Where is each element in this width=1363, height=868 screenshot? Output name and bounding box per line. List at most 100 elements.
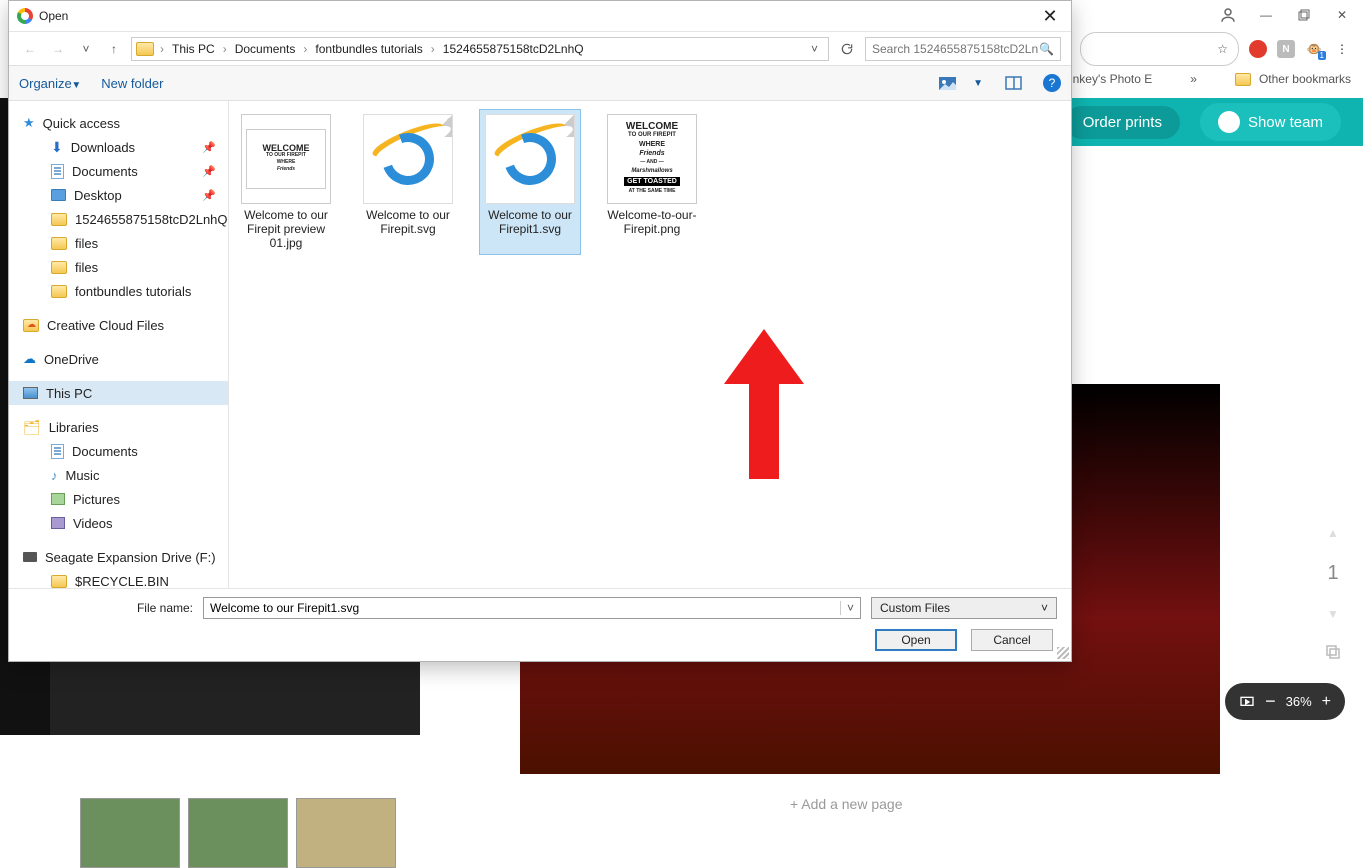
profile-icon[interactable] [1219,6,1237,24]
ext-icon-1[interactable] [1249,40,1267,58]
sidebar-item-libraries[interactable]: 🗂Libraries [9,415,228,439]
zoom-in-button[interactable]: + [1322,693,1331,711]
refresh-button[interactable] [835,37,859,61]
sidebar-item-lib-documents[interactable]: Documents [9,439,228,463]
sidebar-item-recycle[interactable]: $RECYCLE.BIN [9,569,228,588]
breadcrumb-seg[interactable]: Documents [231,42,300,56]
music-icon: ♪ [51,468,58,483]
breadcrumb-seg[interactable]: This PC [168,42,219,56]
photo-thumb[interactable] [80,798,180,868]
new-folder-button[interactable]: New folder [101,76,163,91]
breadcrumb-dropdown[interactable]: ˅ [805,42,824,56]
sidebar-item-onedrive[interactable]: ☁OneDrive [9,347,228,371]
pin-icon: 📌 [202,165,216,178]
internet-explorer-icon [382,133,434,185]
add-page-button[interactable]: + Add a new page [790,796,903,812]
dialog-search-input[interactable] [872,42,1039,56]
sidebar-item-files2[interactable]: files [9,255,228,279]
bookmark-overflow[interactable]: » [1190,72,1197,86]
browser-address-row: ☆ N 🐵1 ⋮ [1080,32,1351,66]
chrome-menu-icon[interactable]: ⋮ [1333,40,1351,58]
zoom-out-button[interactable]: − [1265,691,1276,712]
dialog-search-box[interactable]: 🔍 [865,37,1061,61]
bookmark-truncated[interactable]: nkey's Photo E [1073,72,1153,86]
minimize-button[interactable]: — [1257,6,1275,24]
file-item-selected[interactable]: Welcome to our Firepit1.svg [479,109,581,255]
dialog-sidebar: ★Quick access ⬇Downloads📌 Documents📌 Des… [9,101,229,588]
file-label: Welcome-to-our-Firepit.png [606,208,698,236]
chevron-right-icon[interactable]: › [223,42,227,56]
nav-back-button[interactable]: ← [19,42,41,56]
sidebar-item-downloads[interactable]: ⬇Downloads📌 [9,135,228,159]
chevron-right-icon[interactable]: › [431,42,435,56]
zoom-percent: 36% [1286,694,1312,709]
view-dropdown[interactable]: ▼ [973,78,983,89]
sidebar-item-folder-hash[interactable]: 1524655875158tcD2LnhQ [9,207,228,231]
sidebar-item-documents[interactable]: Documents📌 [9,159,228,183]
sidebar-item-lib-pictures[interactable]: Pictures [9,487,228,511]
maximize-button[interactable] [1295,6,1313,24]
chrome-icon [17,8,33,24]
dialog-nav-row: ← → ˅ ↑ › This PC › Documents › fontbund… [9,31,1071,65]
sidebar-item-seagate[interactable]: Seagate Expansion Drive (F:) [9,545,228,569]
ext-icon-2[interactable]: N [1277,40,1295,58]
preview-pane-icon[interactable] [1003,73,1023,93]
sidebar-item-desktop[interactable]: Desktop📌 [9,183,228,207]
sidebar-item-this-pc[interactable]: This PC [9,381,228,405]
photo-thumb[interactable] [296,798,396,868]
resize-grip[interactable] [1057,647,1069,659]
bookmark-star-icon[interactable]: ☆ [1217,42,1228,56]
nav-forward-button[interactable]: → [47,42,69,56]
other-bookmarks[interactable]: Other bookmarks [1259,72,1351,86]
nav-history-dropdown[interactable]: ˅ [75,42,97,56]
file-item[interactable]: WELCOME TO OUR FIREPIT WHERE Friends Wel… [235,109,337,255]
chevron-right-icon[interactable]: › [303,42,307,56]
canva-right-rail: ▲ 1 ▼ [1303,526,1363,701]
duplicate-page-icon[interactable] [1324,643,1342,661]
view-thumbnails-icon[interactable] [937,73,957,93]
sidebar-item-creative-cloud[interactable]: Creative Cloud Files [9,313,228,337]
folder-icon [51,285,67,298]
file-name-dropdown[interactable]: ˅ [840,601,860,615]
file-name-field[interactable]: ˅ [203,597,861,619]
organize-menu[interactable]: Organize ▼ [19,76,81,91]
dialog-title: Open [39,9,68,23]
omnibox[interactable]: ☆ [1080,32,1239,66]
pin-icon: 📌 [202,141,216,154]
file-grid[interactable]: WELCOME TO OUR FIREPIT WHERE Friends Wel… [229,101,1071,588]
open-button[interactable]: Open [875,629,957,651]
file-item[interactable]: WELCOME TO OUR FIREPIT WHERE Friends — A… [601,109,703,255]
help-icon[interactable]: ? [1043,74,1061,92]
close-window-button[interactable]: ✕ [1333,6,1351,24]
dialog-close-button[interactable]: ✕ [1037,3,1063,29]
arrow-down-icon[interactable]: ▼ [1327,607,1339,621]
sidebar-scroll[interactable]: ★Quick access ⬇Downloads📌 Documents📌 Des… [9,101,228,588]
sidebar-item-lib-videos[interactable]: Videos [9,511,228,535]
order-prints-button[interactable]: Order prints [1065,106,1180,139]
ext-icon-3[interactable]: 🐵1 [1305,40,1323,58]
photo-thumb[interactable] [188,798,288,868]
file-name-input[interactable] [204,601,840,615]
sidebar-item-lib-music[interactable]: ♪Music [9,463,228,487]
show-team-button[interactable]: Show team [1200,103,1341,141]
dialog-titlebar: Open ✕ [9,1,1071,31]
file-item[interactable]: Welcome to our Firepit.svg [357,109,459,255]
chevron-down-icon: ˅ [1041,601,1048,615]
sidebar-item-quick-access[interactable]: ★Quick access [9,111,228,135]
search-icon[interactable]: 🔍 [1039,42,1054,56]
creative-cloud-icon [23,319,39,332]
nav-up-button[interactable]: ↑ [103,42,125,56]
star-icon: ★ [23,115,35,131]
present-icon[interactable] [1239,695,1255,709]
breadcrumb-seg[interactable]: fontbundles tutorials [311,42,426,56]
show-team-label: Show team [1248,114,1323,131]
arrow-up-icon[interactable]: ▲ [1327,526,1339,540]
sidebar-item-files1[interactable]: files [9,231,228,255]
chevron-right-icon[interactable]: › [160,42,164,56]
sidebar-item-fb-tutorials[interactable]: fontbundles tutorials [9,279,228,303]
file-type-select[interactable]: Custom Files ˅ [871,597,1057,619]
breadcrumb-seg[interactable]: 1524655875158tcD2LnhQ [439,42,588,56]
cancel-button[interactable]: Cancel [971,629,1053,651]
dialog-body: ★Quick access ⬇Downloads📌 Documents📌 Des… [9,101,1071,588]
breadcrumb[interactable]: › This PC › Documents › fontbundles tuto… [131,37,829,61]
